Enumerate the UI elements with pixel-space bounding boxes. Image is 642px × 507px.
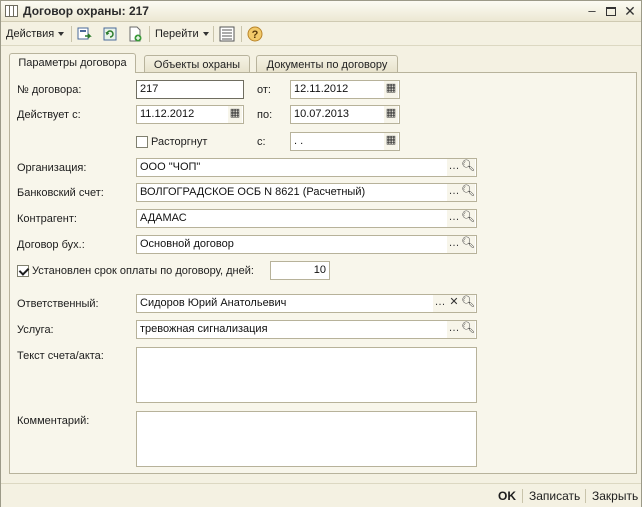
calendar-icon[interactable]: ▦ <box>384 133 398 150</box>
toolbar-separator <box>71 26 72 42</box>
select-ellipsis-button[interactable]: … <box>433 295 447 312</box>
minimize-button[interactable]: – <box>584 4 600 18</box>
valid-from-value: 11.12.2012 <box>140 108 195 120</box>
contract-no-input[interactable]: 217 <box>136 80 244 99</box>
organization-value: ООО "ЧОП" <box>140 161 201 173</box>
tab-label: Параметры договора <box>18 57 127 69</box>
select-ellipsis-button[interactable]: … <box>447 236 461 253</box>
toolbar: Действия Перейти ? <box>1 22 641 46</box>
title-bar: Договор охраны: 217 – ✕ <box>1 1 641 22</box>
payment-term-checkbox[interactable] <box>17 265 29 277</box>
responsible-input[interactable]: Сидоров Юрий Анатольевич <box>136 294 477 313</box>
counterparty-value: АДАМАС <box>140 212 187 224</box>
footer-bar: OK Записать Закрыть <box>1 483 641 507</box>
valid-from-label: Действует с: <box>17 109 81 121</box>
search-icon[interactable]: 🔍︎ <box>461 159 475 176</box>
service-value: тревожная сигнализация <box>140 323 268 335</box>
window-form-icon <box>5 5 18 17</box>
acc-contract-label: Договор бух.: <box>17 239 85 251</box>
payment-term-input[interactable]: 10 <box>270 261 330 280</box>
help-icon[interactable]: ? <box>247 26 263 42</box>
calendar-icon[interactable]: ▦ <box>384 81 398 98</box>
counterparty-label: Контрагент: <box>17 213 77 225</box>
service-input[interactable]: тревожная сигнализация <box>136 320 477 339</box>
post-and-close-icon[interactable] <box>76 26 92 42</box>
toolbar-separator <box>213 26 214 42</box>
window-title: Договор охраны: 217 <box>23 4 149 18</box>
search-icon[interactable]: 🔍︎ <box>461 321 475 338</box>
terminated-since-label: с: <box>257 136 266 148</box>
invoice-text-label: Текст счета/акта: <box>17 350 104 362</box>
calendar-icon[interactable]: ▦ <box>228 106 242 123</box>
search-icon[interactable]: 🔍︎ <box>461 236 475 253</box>
toolbar-separator <box>149 26 150 42</box>
select-ellipsis-button[interactable]: … <box>447 159 461 176</box>
calendar-icon[interactable]: ▦ <box>384 106 398 123</box>
search-icon[interactable]: 🔍︎ <box>461 210 475 227</box>
terminated-checkbox[interactable] <box>136 136 148 148</box>
comment-label: Комментарий: <box>17 415 90 427</box>
search-icon[interactable]: 🔍︎ <box>461 295 475 312</box>
goto-menu-button[interactable]: Перейти <box>155 26 209 42</box>
payment-term-label: Установлен срок оплаты по договору, дней… <box>32 265 254 277</box>
structure-list-icon[interactable] <box>219 26 235 42</box>
close-button[interactable]: Закрыть <box>592 489 638 503</box>
chevron-down-icon <box>58 32 65 37</box>
select-ellipsis-button[interactable]: … <box>447 321 461 338</box>
ok-button[interactable]: OK <box>498 489 516 503</box>
bank-account-label: Банковский счет: <box>17 187 104 199</box>
tab-contract-params[interactable]: Параметры договора <box>9 53 136 73</box>
toolbar-separator <box>241 26 242 42</box>
svg-text:?: ? <box>252 29 259 41</box>
search-icon[interactable]: 🔍︎ <box>461 184 475 201</box>
contract-no-label: № договора: <box>17 84 82 96</box>
chevron-down-icon <box>202 32 209 37</box>
valid-to-value: 10.07.2013 <box>294 108 350 120</box>
acc-contract-value: Основной договор <box>140 238 234 250</box>
goto-menu-label: Перейти <box>155 28 199 40</box>
contract-window: Договор охраны: 217 – ✕ Действия Перейти… <box>0 0 642 507</box>
tab-panel-contract-params: № договора: 217 от: 12.11.2012 ▦ Действу… <box>9 72 637 474</box>
actions-menu-label: Действия <box>6 28 55 40</box>
bank-account-input[interactable]: ВОЛГОГРАДСКОЕ ОСБ N 8621 (Расчетный) <box>136 183 477 202</box>
clear-icon[interactable]: ✕ <box>447 295 461 312</box>
to-label: по: <box>257 109 273 121</box>
tab-label: Документы по договору <box>266 59 388 71</box>
actions-menu-button[interactable]: Действия <box>6 26 65 42</box>
save-button[interactable]: Записать <box>529 489 580 503</box>
terminated-label: Расторгнут <box>151 136 208 148</box>
close-window-button[interactable]: ✕ <box>622 4 638 18</box>
contract-date-value: 12.11.2012 <box>294 83 349 95</box>
service-label: Услуга: <box>17 324 54 336</box>
footer-separator <box>522 489 523 503</box>
tab-label: Объекты охраны <box>153 59 241 71</box>
from-label: от: <box>257 84 271 96</box>
select-ellipsis-button[interactable]: … <box>447 210 461 227</box>
refresh-icon[interactable] <box>102 26 118 42</box>
counterparty-input[interactable]: АДАМАС <box>136 209 477 228</box>
invoice-text-textarea[interactable] <box>136 347 477 403</box>
maximize-button[interactable] <box>603 4 619 18</box>
organization-input[interactable]: ООО "ЧОП" <box>136 158 477 177</box>
footer-separator <box>585 489 586 503</box>
acc-contract-input[interactable]: Основной договор <box>136 235 477 254</box>
responsible-label: Ответственный: <box>17 298 99 310</box>
add-document-icon[interactable] <box>127 26 143 42</box>
organization-label: Организация: <box>17 162 87 174</box>
responsible-value: Сидоров Юрий Анатольевич <box>140 297 287 309</box>
comment-textarea[interactable] <box>136 411 477 467</box>
bank-account-value: ВОЛГОГРАДСКОЕ ОСБ N 8621 (Расчетный) <box>140 186 366 198</box>
terminated-since-value: . . <box>294 135 304 147</box>
select-ellipsis-button[interactable]: … <box>447 184 461 201</box>
